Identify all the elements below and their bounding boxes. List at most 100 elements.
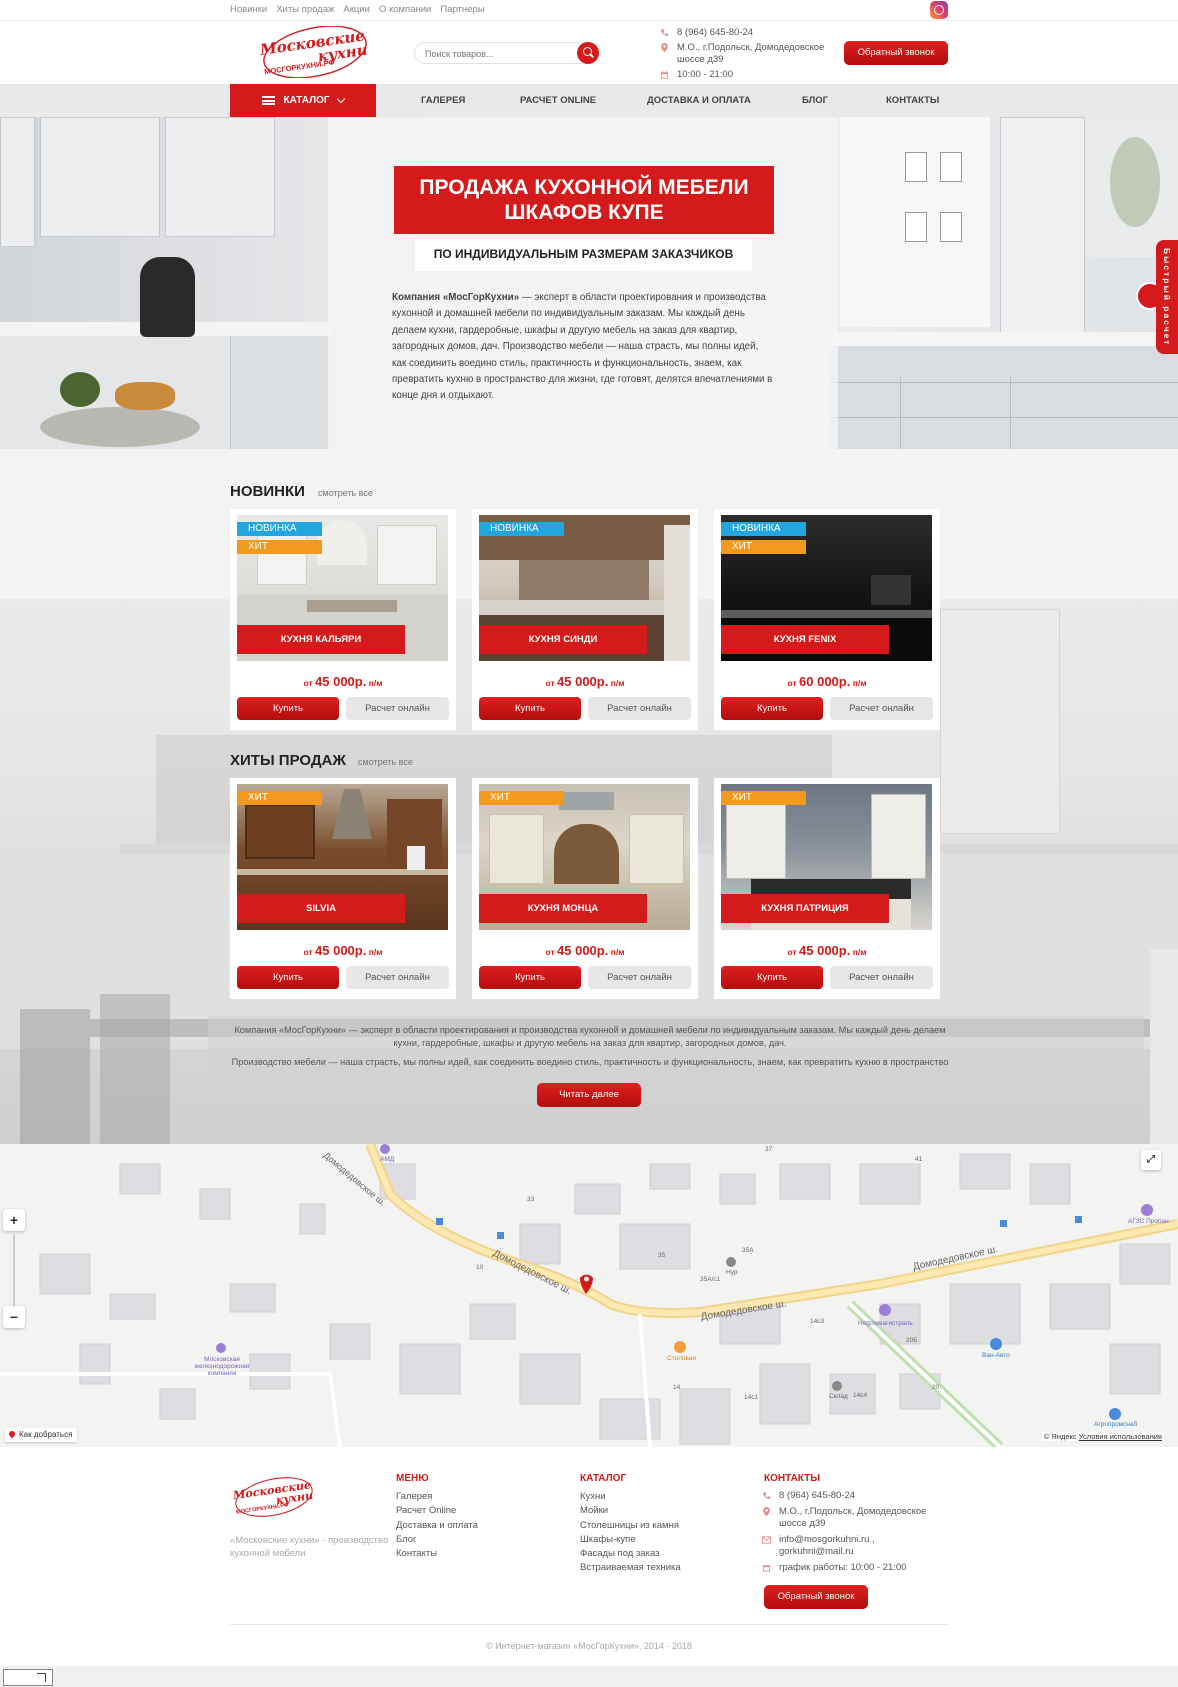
product-name[interactable]: КУХНЯ ПАТРИЦИЯ xyxy=(721,894,889,923)
hero-description-text: — эксперт в области проектирования и про… xyxy=(392,292,773,402)
calc-online-button[interactable]: Расчет онлайн xyxy=(588,966,691,989)
top-navigation: Новинки Хиты продаж Акции О компании Пар… xyxy=(230,4,485,15)
zoom-slider[interactable] xyxy=(13,1234,15,1306)
footer-link-calc-online[interactable]: Расчет Online xyxy=(396,1505,456,1516)
footer-link-wardrobes[interactable]: Шкафы-купе xyxy=(580,1534,636,1545)
site-logo[interactable]: Московские кухни МОСГОРКУХНИ.РФ xyxy=(256,25,374,79)
menu-item-contacts[interactable]: КОНТАКТЫ xyxy=(886,84,939,117)
map-terms-link[interactable]: Условия использования xyxy=(1079,1432,1162,1441)
price-value: 45 000р. xyxy=(799,943,851,958)
mail-icon xyxy=(762,1535,771,1544)
zoom-out-button[interactable]: − xyxy=(3,1306,25,1328)
quick-calc-tab[interactable]: Быстрый расчет xyxy=(1156,240,1178,354)
product-card: ХИТ КУХНЯ МОНЦА от 45 000р. п/м Купить Р… xyxy=(472,778,698,999)
price-value: 45 000р. xyxy=(557,674,609,689)
calc-online-button[interactable]: Расчет онлайн xyxy=(346,966,449,989)
badge-hit: ХИТ xyxy=(721,791,806,805)
calc-online-button[interactable]: Расчет онлайн xyxy=(830,966,933,989)
hero-company-name: Компания «МосГорКухни» xyxy=(392,292,520,303)
footer-email-1[interactable]: info@mosgorkuhni.ru , xyxy=(779,1534,875,1547)
search-icon[interactable] xyxy=(577,42,599,64)
badge-hit: ХИТ xyxy=(237,540,322,554)
header-phone[interactable]: 8 (964) 645-80-24 xyxy=(677,27,753,40)
product-name[interactable]: КУХНЯ FENIX xyxy=(721,625,889,654)
footer-link-appliances[interactable]: Встраиваемая техника xyxy=(580,1562,681,1573)
zoom-in-button[interactable]: + xyxy=(3,1209,25,1231)
product-price: от 60 000р. п/м xyxy=(714,674,940,689)
footer-catalog-title: КАТАЛОГ xyxy=(580,1473,627,1484)
calc-online-button[interactable]: Расчет онлайн xyxy=(588,697,691,720)
map-poi-label: Нефтемагистраль xyxy=(858,1320,913,1327)
menu-item-gallery[interactable]: ГАЛЕРЕЯ xyxy=(421,84,465,117)
calc-online-button[interactable]: Расчет онлайн xyxy=(346,697,449,720)
footer-phone[interactable]: 8 (964) 645-80-24 xyxy=(779,1490,855,1503)
footer-link-contacts[interactable]: Контакты xyxy=(396,1548,437,1559)
buy-button[interactable]: Купить xyxy=(237,697,339,720)
menu-item-blog[interactable]: БЛОГ xyxy=(802,84,828,117)
buy-button[interactable]: Купить xyxy=(721,697,823,720)
how-to-get-button[interactable]: Как добраться xyxy=(5,1428,78,1442)
calendar-icon xyxy=(762,1564,771,1572)
instagram-icon[interactable] xyxy=(930,1,948,19)
catalog-menu-button[interactable]: КАТАЛОГ xyxy=(230,84,376,117)
search-input[interactable] xyxy=(425,46,565,62)
footer-link-delivery[interactable]: Доставка и оплата xyxy=(396,1520,478,1531)
catalog-label: КАТАЛОГ xyxy=(283,95,330,106)
fullscreen-icon[interactable]: ⤢ xyxy=(1141,1150,1161,1170)
footer-link-countertops[interactable]: Столешницы из камня xyxy=(580,1520,679,1531)
map-poi-label: Нур xyxy=(726,1269,738,1276)
novelties-view-all-link[interactable]: смотреть все xyxy=(318,488,373,498)
topnav-link-bestsellers[interactable]: Хиты продаж xyxy=(276,4,334,15)
topnav-link-about[interactable]: О компании xyxy=(379,4,431,15)
footer-callback-button[interactable]: Обратный звонок xyxy=(764,1585,868,1609)
footer-link-blog[interactable]: Блог xyxy=(396,1534,417,1545)
footer-link-facades[interactable]: Фасады под заказ xyxy=(580,1548,660,1559)
product-name[interactable]: КУХНЯ СИНДИ xyxy=(479,625,647,654)
product-card: ХИТ КУХНЯ ПАТРИЦИЯ от 45 000р. п/м Купит… xyxy=(714,778,940,999)
map-building-number: 20Б xyxy=(906,1337,918,1344)
chevron-down-icon xyxy=(336,94,345,104)
price-value: 45 000р. xyxy=(315,943,367,958)
footer-link-sinks[interactable]: Мойки xyxy=(580,1505,608,1516)
yandex-map[interactable]: Домодедовское ш. Домодедовское ш. Домоде… xyxy=(0,1144,1178,1447)
map-building-number: 14 xyxy=(673,1384,681,1391)
bestsellers-view-all-link[interactable]: смотреть все xyxy=(358,757,413,767)
map-building-number: 20 xyxy=(932,1384,940,1391)
product-card: НОВИНКА ХИТ КУХНЯ FENIX от 60 000р. п/м … xyxy=(714,509,940,730)
map-poi-label: АГЗС Пропан xyxy=(1128,1218,1169,1225)
location-pin-icon xyxy=(661,42,668,52)
menu-item-calc-online[interactable]: РАСЧЕТ ONLINE xyxy=(520,84,596,117)
price-unit: п/м xyxy=(852,947,867,957)
footer-logo[interactable]: Московские кухни МОСГОРКУХНИ.РФ xyxy=(230,1468,318,1526)
expand-icon[interactable] xyxy=(3,1669,53,1686)
hamburger-icon xyxy=(262,96,276,105)
header-address-line2: шоссе д39 xyxy=(677,54,724,65)
footer-link-kitchens[interactable]: Кухни xyxy=(580,1491,606,1502)
product-name[interactable]: КУХНЯ КАЛЬЯРИ xyxy=(237,625,405,654)
buy-button[interactable]: Купить xyxy=(479,697,581,720)
map-building-number: 14с3 xyxy=(810,1318,825,1325)
buy-button[interactable]: Купить xyxy=(479,966,581,989)
topnav-link-partners[interactable]: Партнеры xyxy=(440,4,484,15)
about-paragraph-1: Компания «МосГорКухни» — эксперт в облас… xyxy=(234,1025,946,1048)
price-unit: п/м xyxy=(610,678,625,688)
footer-hours: график работы: 10:00 - 21:00 xyxy=(779,1561,907,1573)
buy-button[interactable]: Купить xyxy=(721,966,823,989)
menu-item-delivery[interactable]: ДОСТАВКА И ОПЛАТА xyxy=(647,84,751,117)
calc-online-button[interactable]: Расчет онлайн xyxy=(830,697,933,720)
product-price: от 45 000р. п/м xyxy=(472,943,698,958)
product-name[interactable]: SILVIA xyxy=(237,894,405,923)
badge-hit: ХИТ xyxy=(237,791,322,805)
read-more-button[interactable]: Читать далее xyxy=(537,1083,641,1107)
buy-button[interactable]: Купить xyxy=(237,966,339,989)
topnav-link-novelties[interactable]: Новинки xyxy=(230,4,267,15)
footer-link-gallery[interactable]: Галерея xyxy=(396,1491,432,1502)
map-building-number: 14с4 xyxy=(853,1392,868,1399)
phone-icon xyxy=(660,29,669,36)
footer-catalog-list: Кухни Мойки Столешницы из камня Шкафы-ку… xyxy=(580,1490,681,1576)
topnav-link-promotions[interactable]: Акции xyxy=(343,4,370,15)
product-name[interactable]: КУХНЯ МОНЦА xyxy=(479,894,647,923)
badge-new: НОВИНКА xyxy=(237,522,322,536)
callback-button[interactable]: Обратный звонок xyxy=(844,41,948,65)
footer-email-2[interactable]: gorkuhni@mail.ru xyxy=(779,1546,875,1559)
